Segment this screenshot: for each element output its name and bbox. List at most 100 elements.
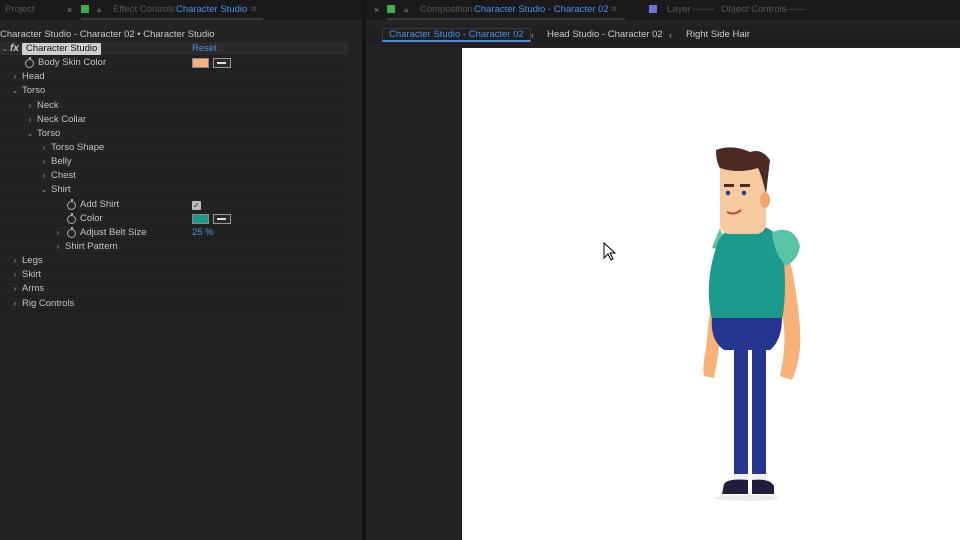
chevron-down-icon[interactable]: ⌄: [0, 42, 10, 56]
breadcrumb-separator-icon: ‹: [531, 30, 534, 40]
property-add-shirt[interactable]: Add Shirt ✓: [0, 198, 348, 212]
effect-controls-panel: Project × 🔒︎ Effect Controls Character S…: [0, 0, 362, 540]
group-torso[interactable]: ⌄ Torso: [0, 84, 348, 99]
ground-shadow: [715, 495, 779, 501]
group-label: Shirt Pattern: [65, 240, 118, 252]
property-shirt-color[interactable]: Color: [0, 212, 348, 226]
chevron-down-icon[interactable]: ⌄: [10, 84, 20, 98]
stopwatch-icon[interactable]: [67, 198, 76, 210]
property-label: Color: [80, 212, 103, 224]
add-shirt-checkbox[interactable]: ✓: [192, 200, 201, 210]
group-label: Chest: [51, 170, 76, 182]
tab-object-controls[interactable]: Object Controls: [721, 4, 786, 18]
right-eyebrow: [740, 184, 750, 187]
tab-layer-label[interactable]: Layer: [667, 4, 691, 18]
group-label: Torso: [22, 85, 46, 97]
group-skirt[interactable]: › Skirt: [0, 268, 348, 283]
belt-size-value[interactable]: 25 %: [192, 226, 214, 240]
group-neck[interactable]: › Neck: [0, 99, 348, 113]
eyedropper-icon[interactable]: [213, 213, 231, 224]
group-arms[interactable]: › Arms: [0, 282, 348, 297]
property-label: Add Shirt: [80, 198, 120, 210]
chevron-right-icon[interactable]: ›: [53, 226, 63, 240]
chevron-right-icon[interactable]: ›: [10, 297, 20, 311]
shirt-color-swatch[interactable]: [192, 213, 209, 224]
active-tab-indicator: [387, 18, 625, 20]
right-leg: [752, 344, 766, 478]
lock-icon[interactable]: 🔒︎: [97, 4, 101, 18]
effect-header-row[interactable]: ⌄ fx Character Studio Reset: [0, 42, 348, 57]
group-label: Torso Shape: [51, 141, 105, 153]
active-tab-indicator: [81, 18, 263, 20]
group-label: Belly: [51, 156, 72, 168]
composition-viewer[interactable]: [462, 48, 960, 540]
reset-button[interactable]: Reset: [192, 42, 217, 56]
group-legs[interactable]: › Legs: [0, 254, 348, 269]
chevron-right-icon[interactable]: ›: [39, 141, 49, 155]
property-body-skin-color[interactable]: Body Skin Color: [0, 56, 348, 71]
panel-menu-icon[interactable]: ≡: [251, 4, 257, 18]
close-tab-icon[interactable]: ×: [374, 4, 379, 18]
tab-effect-controls-label[interactable]: Effect Controls: [113, 4, 175, 18]
left-shoe: [722, 479, 748, 494]
chevron-right-icon[interactable]: ›: [39, 155, 49, 169]
tab-effect-controls-target[interactable]: Character Studio: [176, 4, 247, 18]
group-label: Legs: [22, 255, 43, 267]
tab-composition-label[interactable]: Composition: [420, 4, 473, 18]
breadcrumb-head-studio[interactable]: Head Studio - Character 02: [547, 28, 663, 42]
right-eye: [741, 190, 747, 196]
chevron-down-icon[interactable]: ⌄: [39, 183, 49, 197]
property-label: Body Skin Color: [38, 57, 107, 69]
stopwatch-icon[interactable]: [67, 212, 76, 224]
fx-icon[interactable]: fx: [10, 42, 19, 56]
effect-controls-subtitle: Character Studio - Character 02 • Charac…: [0, 28, 362, 42]
effect-properties-list: ⌄ fx Character Studio Reset Body Skin Co…: [0, 42, 348, 311]
group-head[interactable]: › Head: [0, 70, 348, 85]
group-torso-shape[interactable]: › Torso Shape: [0, 141, 348, 156]
group-label: Neck: [37, 99, 59, 111]
chevron-right-icon[interactable]: ›: [25, 99, 35, 113]
chevron-down-icon[interactable]: ⌄: [25, 127, 35, 141]
group-neck-collar[interactable]: › Neck Collar: [0, 113, 348, 127]
group-chest[interactable]: › Chest: [0, 169, 348, 184]
group-belly[interactable]: › Belly: [0, 155, 348, 170]
ear: [760, 192, 770, 208]
left-tab-bar: Project × 🔒︎ Effect Controls Character S…: [0, 0, 362, 20]
breadcrumb-right-side-hair[interactable]: Right Side Hair: [686, 28, 750, 42]
chevron-right-icon[interactable]: ›: [10, 70, 20, 84]
body-skin-color-swatch[interactable]: [192, 58, 209, 69]
composition-panel: × 🔒︎ Composition Character Studio - Char…: [366, 0, 960, 540]
group-torso-sub[interactable]: ⌄ Torso: [0, 127, 348, 141]
right-tab-bar: × 🔒︎ Composition Character Studio - Char…: [366, 0, 960, 20]
stopwatch-icon[interactable]: [25, 57, 34, 69]
lock-icon[interactable]: 🔒︎: [404, 4, 408, 18]
property-adjust-belt-size[interactable]: › Adjust Belt Size 25 %: [0, 226, 348, 240]
chevron-right-icon[interactable]: ›: [10, 254, 20, 268]
group-shirt[interactable]: ⌄ Shirt: [0, 183, 348, 198]
eyedropper-icon[interactable]: [213, 58, 231, 69]
left-leg: [734, 344, 748, 478]
chevron-right-icon[interactable]: ›: [10, 282, 20, 296]
tab-layer-value[interactable]: -------: [692, 4, 714, 18]
effect-name[interactable]: Character Studio: [22, 43, 102, 55]
panel-menu-icon[interactable]: ≡: [611, 4, 617, 18]
breadcrumb-character-02[interactable]: Character Studio - Character 02: [382, 28, 531, 42]
group-rig-controls[interactable]: › Rig Controls: [0, 297, 348, 311]
chevron-right-icon[interactable]: ›: [53, 240, 63, 254]
chevron-right-icon[interactable]: ›: [39, 169, 49, 183]
group-label: Skirt: [22, 269, 41, 281]
breadcrumb-separator-icon: ‹: [669, 30, 672, 40]
tab-project[interactable]: Project: [5, 4, 35, 18]
close-tab-icon[interactable]: ×: [67, 4, 72, 18]
left-eye: [725, 190, 731, 196]
group-shirt-pattern[interactable]: › Shirt Pattern: [0, 240, 348, 255]
chevron-right-icon[interactable]: ›: [25, 113, 35, 127]
stopwatch-icon[interactable]: [67, 226, 76, 238]
layer-color-icon: [649, 4, 657, 18]
chevron-right-icon[interactable]: ›: [10, 268, 20, 282]
character-canvas[interactable]: [462, 48, 960, 540]
tab-object-controls-suffix[interactable]: -------: [783, 4, 805, 18]
group-label: Shirt: [51, 184, 71, 196]
composition-breadcrumb: Character Studio - Character 02 ‹ Head S…: [366, 26, 960, 44]
tab-composition-target[interactable]: Character Studio - Character 02: [474, 4, 609, 18]
